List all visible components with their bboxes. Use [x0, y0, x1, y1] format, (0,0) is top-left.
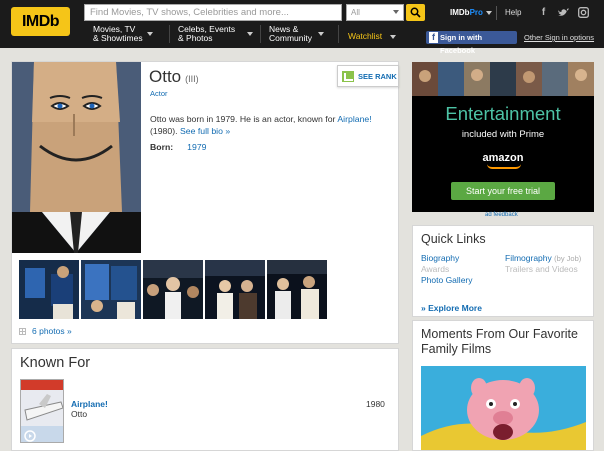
bio-text: Otto was born in 1979. He is an actor, k…	[150, 113, 390, 137]
profile-panel: Otto (III) Actor SEE RANK Otto was born i…	[11, 61, 399, 344]
other-signin-link[interactable]: Other Sign in options	[524, 33, 594, 42]
chevron-down-icon	[485, 10, 492, 15]
quick-links-heading: Quick Links	[421, 232, 486, 246]
bio-text-part: Otto was born in 1979. He is an actor, k…	[150, 114, 338, 124]
chevron-down-icon	[390, 34, 397, 39]
instagram-icon[interactable]	[576, 5, 591, 20]
name-suffix: (III)	[185, 74, 199, 84]
quick-links-panel: Quick Links Biography Filmography (by Jo…	[412, 225, 594, 317]
known-for-movie-link[interactable]: Airplane!	[71, 399, 108, 409]
profile-photo[interactable]	[12, 62, 141, 253]
menu-label-line2: Community	[269, 33, 312, 43]
family-films-image[interactable]	[421, 366, 586, 450]
see-full-bio-link[interactable]: See full bio »	[180, 126, 230, 136]
menu-label-line2: & Photos	[178, 33, 213, 43]
awards-link: Awards	[421, 264, 450, 274]
divider	[496, 6, 497, 20]
imdbpro-label: IMDbPro	[450, 8, 483, 17]
photo-thumbnail[interactable]	[143, 260, 203, 319]
divider	[260, 25, 261, 43]
search-icon	[410, 7, 421, 18]
photos-link-label: 6 photos »	[32, 326, 72, 336]
search-button[interactable]	[406, 4, 425, 21]
watchlist-label: Watchlist	[348, 31, 383, 41]
menu-news-community[interactable]: News & Community	[269, 25, 324, 43]
menu-celebs-events[interactable]: Celebs, Events & Photos	[178, 25, 254, 43]
menu-label-line2: & Showtimes	[93, 33, 143, 43]
biography-link[interactable]: Biography	[421, 253, 459, 263]
page-title: Otto (III)	[149, 67, 199, 87]
role-link[interactable]: Actor	[150, 89, 168, 98]
person-name: Otto	[149, 67, 182, 86]
born-label: Born:	[150, 142, 174, 152]
divider	[338, 25, 339, 43]
see-rank-label: SEE RANK	[358, 72, 397, 81]
ad-subheadline: included with Prime	[461, 129, 545, 140]
trailers-link: Trailers and Videos	[505, 264, 578, 274]
born-info: Born: 1979	[150, 142, 207, 152]
chevron-down-icon	[393, 10, 399, 14]
search-category-label: All	[351, 8, 360, 17]
grid-icon	[19, 328, 26, 336]
twitter-icon[interactable]	[556, 5, 571, 20]
imdbpro-menu[interactable]: IMDbPro	[450, 8, 492, 17]
chevron-down-icon	[247, 32, 254, 36]
help-link[interactable]: Help	[505, 8, 521, 17]
family-films-panel: Moments From Our Favorite Family Films	[412, 320, 594, 451]
search-category-select[interactable]: All	[346, 4, 404, 21]
filmography-link[interactable]: Filmography (by Job)	[505, 253, 581, 263]
menu-movies-tv[interactable]: Movies, TV & Showtimes	[93, 25, 153, 43]
see-rank-button[interactable]: SEE RANK	[337, 65, 399, 87]
ad-feedback-link[interactable]: ad feedback	[485, 212, 518, 218]
family-films-heading[interactable]: Moments From Our Favorite Family Films	[421, 327, 589, 357]
photo-thumbnail[interactable]	[81, 260, 141, 319]
known-for-year: 1980	[366, 399, 385, 409]
chevron-down-icon	[317, 32, 324, 36]
facebook-signin-label: Sign in with Facebook	[440, 33, 483, 55]
ad-cta-button[interactable]: Start your free trial	[451, 182, 555, 200]
search-input[interactable]: Find Movies, TV shows, Celebrities and m…	[84, 4, 342, 21]
born-year-link[interactable]: 1979	[187, 142, 206, 152]
facebook-icon: f	[429, 32, 438, 43]
photo-thumbnail[interactable]	[19, 260, 79, 319]
starmeter-icon	[342, 71, 354, 82]
bio-movie-link[interactable]: Airplane!	[337, 114, 371, 124]
by-job-label: (by Job)	[554, 254, 582, 263]
movie-poster[interactable]	[20, 379, 64, 443]
known-for-panel: Known For Airplane! Otto 1980	[11, 348, 399, 451]
amazon-smile-icon	[487, 164, 521, 169]
divider	[169, 25, 170, 43]
amazon-logo: amazon	[482, 152, 524, 164]
imdb-logo[interactable]: IMDb	[11, 7, 70, 36]
ad-headline: Entertainment	[445, 103, 561, 124]
known-for-heading: Known For	[20, 355, 91, 371]
ad-banner[interactable]: Entertainment included with Prime amazon…	[412, 62, 594, 212]
photo-gallery-link[interactable]: Photo Gallery	[421, 275, 473, 285]
bio-year: (1980).	[150, 126, 180, 136]
photo-thumbnail[interactable]	[267, 260, 327, 319]
ad-poster-strip	[412, 62, 594, 96]
watchlist-menu[interactable]: Watchlist	[348, 31, 397, 41]
photo-thumbnail[interactable]	[205, 260, 265, 319]
facebook-icon[interactable]: f	[536, 5, 551, 20]
known-for-character: Otto	[71, 409, 88, 419]
top-navbar: IMDb Find Movies, TV shows, Celebrities …	[0, 0, 604, 55]
facebook-signin-button[interactable]: f Sign in with Facebook	[426, 31, 517, 55]
photos-link[interactable]: 6 photos »	[19, 326, 72, 336]
filmography-label: Filmography	[505, 253, 552, 263]
explore-more-link[interactable]: » Explore More	[421, 303, 482, 313]
chevron-down-icon	[146, 32, 153, 36]
